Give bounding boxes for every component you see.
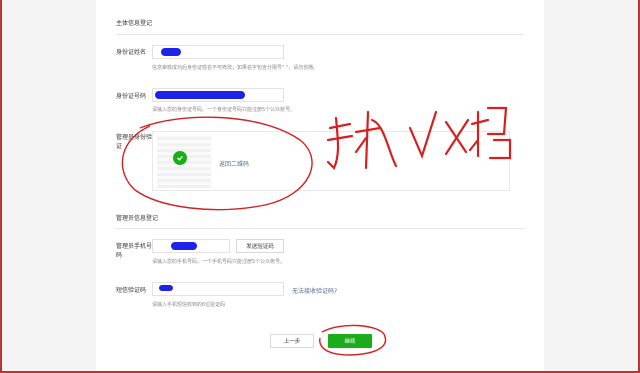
handwritten-annotation [121, 106, 512, 356]
annotation-handwriting [326, 106, 512, 170]
annotation-circle [319, 324, 387, 356]
annotation-circle [121, 116, 313, 211]
